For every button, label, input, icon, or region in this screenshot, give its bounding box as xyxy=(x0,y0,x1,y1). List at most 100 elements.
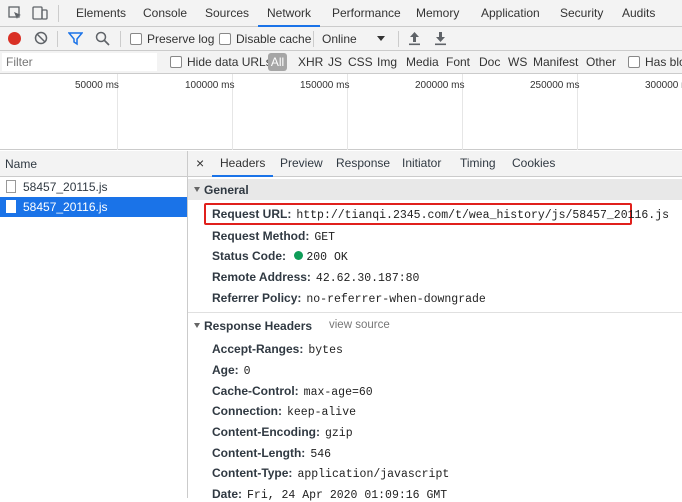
tab-memory[interactable]: Memory xyxy=(416,0,459,26)
disable-cache-checkbox[interactable] xyxy=(219,33,231,45)
header-name: Cache-Control: xyxy=(212,384,299,398)
tab-audits[interactable]: Audits xyxy=(622,0,655,26)
response-headers-title: Response Headers xyxy=(204,319,313,333)
header-name: Date: xyxy=(212,487,243,501)
hide-data-urls-checkbox[interactable] xyxy=(170,56,182,68)
throttling-select[interactable]: Online xyxy=(322,32,357,46)
request-list-header[interactable]: Name xyxy=(0,151,187,177)
header-value: 546 xyxy=(310,448,332,461)
divider xyxy=(398,31,399,47)
referrer-policy-label: Referrer Policy: xyxy=(212,291,302,305)
import-har-icon[interactable] xyxy=(408,31,421,46)
response-header-row: Age: 0 xyxy=(212,363,251,378)
header-value: application/javascript xyxy=(297,468,450,481)
timeline-tick: 200000 ms xyxy=(415,80,465,91)
tab-cookies[interactable]: Cookies xyxy=(512,151,555,176)
request-method-label: Request Method: xyxy=(212,229,310,243)
preserve-log-label: Preserve log xyxy=(147,32,215,46)
response-headers-section-header[interactable]: Response Headers view source xyxy=(188,315,682,336)
tab-sources[interactable]: Sources xyxy=(205,0,249,26)
hide-data-urls-label: Hide data URLs xyxy=(187,55,272,69)
clear-icon[interactable] xyxy=(34,31,48,45)
search-icon[interactable] xyxy=(95,31,110,46)
devtools-tab-strip: Elements Console Sources Network Perform… xyxy=(0,0,682,27)
divider xyxy=(57,31,58,47)
section-divider xyxy=(188,312,682,313)
type-filter-all[interactable]: All xyxy=(268,53,287,71)
timeline-tick: 250000 ms xyxy=(530,80,580,91)
timeline-overview[interactable]: 50000 ms 100000 ms 150000 ms 200000 ms 2… xyxy=(0,74,682,150)
header-value: max-age=60 xyxy=(303,386,373,399)
type-filter-manifest[interactable]: Manifest xyxy=(533,55,578,69)
filter-bar: Hide data URLs All XHR JS CSS Img Media … xyxy=(0,51,682,74)
timeline-tick: 100000 ms xyxy=(185,80,235,91)
filter-input[interactable] xyxy=(2,53,157,71)
response-header-row: Content-Length: 546 xyxy=(212,446,331,461)
status-ok-icon xyxy=(294,251,304,260)
header-value: keep-alive xyxy=(287,406,357,419)
record-icon[interactable] xyxy=(8,32,21,45)
tab-security[interactable]: Security xyxy=(560,0,603,26)
request-url-row: Request URL: http://tianqi.2345.com/t/wea… xyxy=(212,207,669,222)
request-url-label: Request URL: xyxy=(212,207,292,221)
general-section-header[interactable]: General xyxy=(188,179,682,200)
remote-address-row: Remote Address: 42.62.30.187:80 xyxy=(212,270,419,285)
tab-application[interactable]: Application xyxy=(481,0,540,26)
chevron-down-icon[interactable] xyxy=(377,36,385,41)
divider xyxy=(58,5,59,22)
type-filter-css[interactable]: CSS xyxy=(348,55,373,69)
response-header-row: Date: Fri, 24 Apr 2020 01:09:16 GMT xyxy=(212,487,447,502)
status-code-label: Status Code: xyxy=(212,249,287,263)
header-name: Content-Length: xyxy=(212,446,306,460)
tab-timing[interactable]: Timing xyxy=(460,151,496,176)
preserve-log-checkbox[interactable] xyxy=(130,33,142,45)
tab-network[interactable]: Network xyxy=(258,0,321,27)
request-row-selected[interactable]: 58457_20116.js xyxy=(0,197,187,217)
type-filter-other[interactable]: Other xyxy=(586,55,616,69)
response-header-row: Accept-Ranges: bytes xyxy=(212,342,343,357)
divider xyxy=(120,31,121,47)
request-name: 58457_20115.js xyxy=(23,180,108,194)
request-row[interactable]: 58457_20115.js xyxy=(0,177,187,197)
type-filter-ws[interactable]: WS xyxy=(508,55,527,69)
header-name: Connection: xyxy=(212,404,282,418)
device-toolbar-icon[interactable] xyxy=(32,5,48,21)
export-har-icon[interactable] xyxy=(434,31,447,46)
request-method-value: GET xyxy=(314,231,336,244)
divider xyxy=(313,31,314,47)
file-icon xyxy=(6,200,16,213)
header-name: Content-Encoding: xyxy=(212,425,320,439)
view-source-link[interactable]: view source xyxy=(329,319,390,331)
general-title: General xyxy=(204,183,249,197)
inspect-element-icon[interactable] xyxy=(8,6,22,20)
timeline-tick: 150000 ms xyxy=(300,80,350,91)
type-filter-font[interactable]: Font xyxy=(446,55,470,69)
header-value: Fri, 24 Apr 2020 01:09:16 GMT xyxy=(247,489,448,502)
tab-elements[interactable]: Elements xyxy=(76,0,126,26)
has-blocked-cookies-checkbox[interactable] xyxy=(628,56,640,68)
type-filter-doc[interactable]: Doc xyxy=(479,55,500,69)
network-toolbar: Preserve log Disable cache Online xyxy=(0,27,682,51)
type-filter-js[interactable]: JS xyxy=(328,55,342,69)
disable-cache-label: Disable cache xyxy=(236,32,312,46)
type-filter-media[interactable]: Media xyxy=(406,55,439,69)
triangle-down-icon xyxy=(194,323,200,328)
tab-response[interactable]: Response xyxy=(336,151,390,176)
close-icon[interactable]: × xyxy=(196,155,204,171)
type-filter-img[interactable]: Img xyxy=(377,55,397,69)
remote-address-label: Remote Address: xyxy=(212,270,311,284)
tab-performance[interactable]: Performance xyxy=(332,0,401,26)
tab-initiator[interactable]: Initiator xyxy=(402,151,441,176)
header-value: bytes xyxy=(308,344,343,357)
triangle-down-icon xyxy=(194,187,200,192)
header-value: gzip xyxy=(324,427,353,440)
response-header-row: Cache-Control: max-age=60 xyxy=(212,384,373,399)
request-url-value: http://tianqi.2345.com/t/wea_history/js/… xyxy=(296,209,670,222)
filter-icon[interactable] xyxy=(67,31,84,46)
tab-preview[interactable]: Preview xyxy=(280,151,323,176)
referrer-policy-value: no-referrer-when-downgrade xyxy=(306,293,486,306)
tab-console[interactable]: Console xyxy=(143,0,187,26)
type-filter-xhr[interactable]: XHR xyxy=(298,55,323,69)
has-blocked-cookies-label: Has blo xyxy=(645,55,682,69)
tab-headers[interactable]: Headers xyxy=(212,151,274,177)
